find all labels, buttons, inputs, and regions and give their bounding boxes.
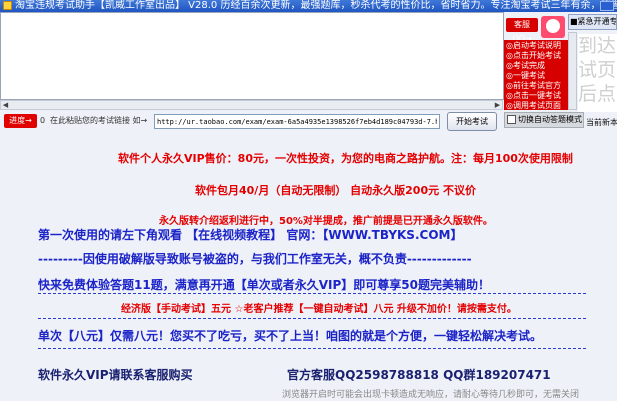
economy-version-line: 经济版【手动考试】五元 ☆老客户推荐【一键自动考试】八元 升级不加价！请按需支付… bbox=[121, 304, 517, 315]
window-title: 淘宝违规考试助手【凯威工作室出品】 V28.0 历经百余次更新，最强题库，秒杀代… bbox=[15, 0, 617, 11]
progress-count: 0 bbox=[40, 116, 46, 125]
auto-answer-toggle[interactable]: 切换自动答题模式 bbox=[504, 112, 584, 128]
piracy-warning-line: ---------因使用破解版导致账号被盗的，与我们工作室无关，概不负责----… bbox=[38, 252, 472, 266]
exam-url-input[interactable] bbox=[154, 114, 440, 129]
notice-box: ◎启动考试说明 ◎点击开始考试 ◎考试完成 ◎一键考试 ◎前往考试官方 ◎点击一… bbox=[504, 40, 568, 110]
app-icon bbox=[3, 1, 12, 10]
auto-answer-label: 切换自动答题模式 bbox=[518, 115, 582, 124]
notice-line: ◎考试完成 bbox=[506, 61, 545, 70]
free-trial-line: 快来免费体验答题11题，满意再开通【单次或者永久VIP】即可尊享50题完美辅助！ bbox=[38, 278, 490, 292]
divider bbox=[38, 348, 586, 349]
paste-hint-label: 在此粘贴您的考试链接 如→ bbox=[50, 116, 148, 125]
notice-line: ◎点击一键考试 bbox=[506, 91, 561, 100]
customer-service-button[interactable]: 客服QQ→ bbox=[506, 18, 538, 43]
notice-line: ◎调用考试页面 bbox=[506, 101, 561, 110]
instruction-preview: 到达 试页 后点 bbox=[578, 34, 617, 112]
first-use-line: 第一次使用的请左下角观看 【在线视频教程】 官网：【WWW.TBYKS.COM】 bbox=[38, 228, 463, 242]
notice-line: ◎启动考试说明 bbox=[506, 41, 561, 50]
avatar-face-icon bbox=[546, 19, 560, 33]
start-exam-button[interactable]: 开始考试 bbox=[447, 112, 497, 131]
monthly-price-line: 软件包月40/月（自动无限制） 自动永久版200元 不议价 bbox=[195, 184, 476, 197]
single-purchase-line: 单次【八元】仅需八元！您买不了吃亏，买不了上当！咱图的就是个方便，一键轻松解决考… bbox=[38, 329, 543, 343]
log-horizontal-scrollbar[interactable]: ◀ ▶ bbox=[0, 100, 503, 110]
contact-line: 软件永久VIP请联系客服购买 bbox=[38, 368, 193, 382]
window-title-bar: 淘宝违规考试助手【凯威工作室出品】 V28.0 历经百余次更新，最强题库，秒杀代… bbox=[0, 0, 617, 12]
urgent-open-checkbox[interactable]: ■紧急开通专 bbox=[568, 14, 617, 30]
avatar[interactable] bbox=[541, 16, 565, 38]
toolbar: 进度→ 0 在此粘贴您的考试链接 如→ 开始考试 切换自动答题模式 当前新本 bbox=[0, 111, 617, 131]
preview-line: 后点 bbox=[578, 83, 617, 105]
urgent-open-label: ■紧急开通专 bbox=[570, 17, 617, 26]
preview-line: 试页 bbox=[578, 59, 617, 81]
scroll-right-icon[interactable]: ▶ bbox=[493, 101, 502, 109]
rebate-line: 永久版转介绍返利进行中，50%对半提成，推广前提是已开通永久版软件。 bbox=[159, 216, 493, 227]
divider bbox=[38, 318, 586, 319]
notice-vertical-scrollbar[interactable] bbox=[568, 32, 577, 110]
progress-button[interactable]: 进度→ bbox=[4, 114, 37, 128]
notice-line: ◎前往考试官方 bbox=[506, 81, 561, 90]
log-textarea[interactable] bbox=[0, 12, 504, 100]
notice-line: ◎点击开始考试 bbox=[506, 51, 561, 60]
official-qq-line: 官方客服QQ2598788818 QQ群189207471 bbox=[287, 368, 551, 382]
window-close-button[interactable] bbox=[600, 1, 614, 11]
notice-line: ◎一键考试 bbox=[506, 71, 545, 80]
price-line: 软件个人永久VIP售价：80元，一次性投资，为您的电商之路护航。注：每月100次… bbox=[118, 152, 573, 165]
divider bbox=[38, 293, 586, 294]
footer-tip: 浏览器开启时可能会出现卡顿造成无响应，请耐心等待几秒即可，无需关闭 bbox=[282, 390, 580, 400]
current-version-label: 当前新本 bbox=[586, 118, 617, 127]
scroll-left-icon[interactable]: ◀ bbox=[1, 101, 10, 109]
preview-line: 到达 bbox=[578, 35, 617, 57]
checkbox-icon[interactable] bbox=[507, 115, 516, 124]
